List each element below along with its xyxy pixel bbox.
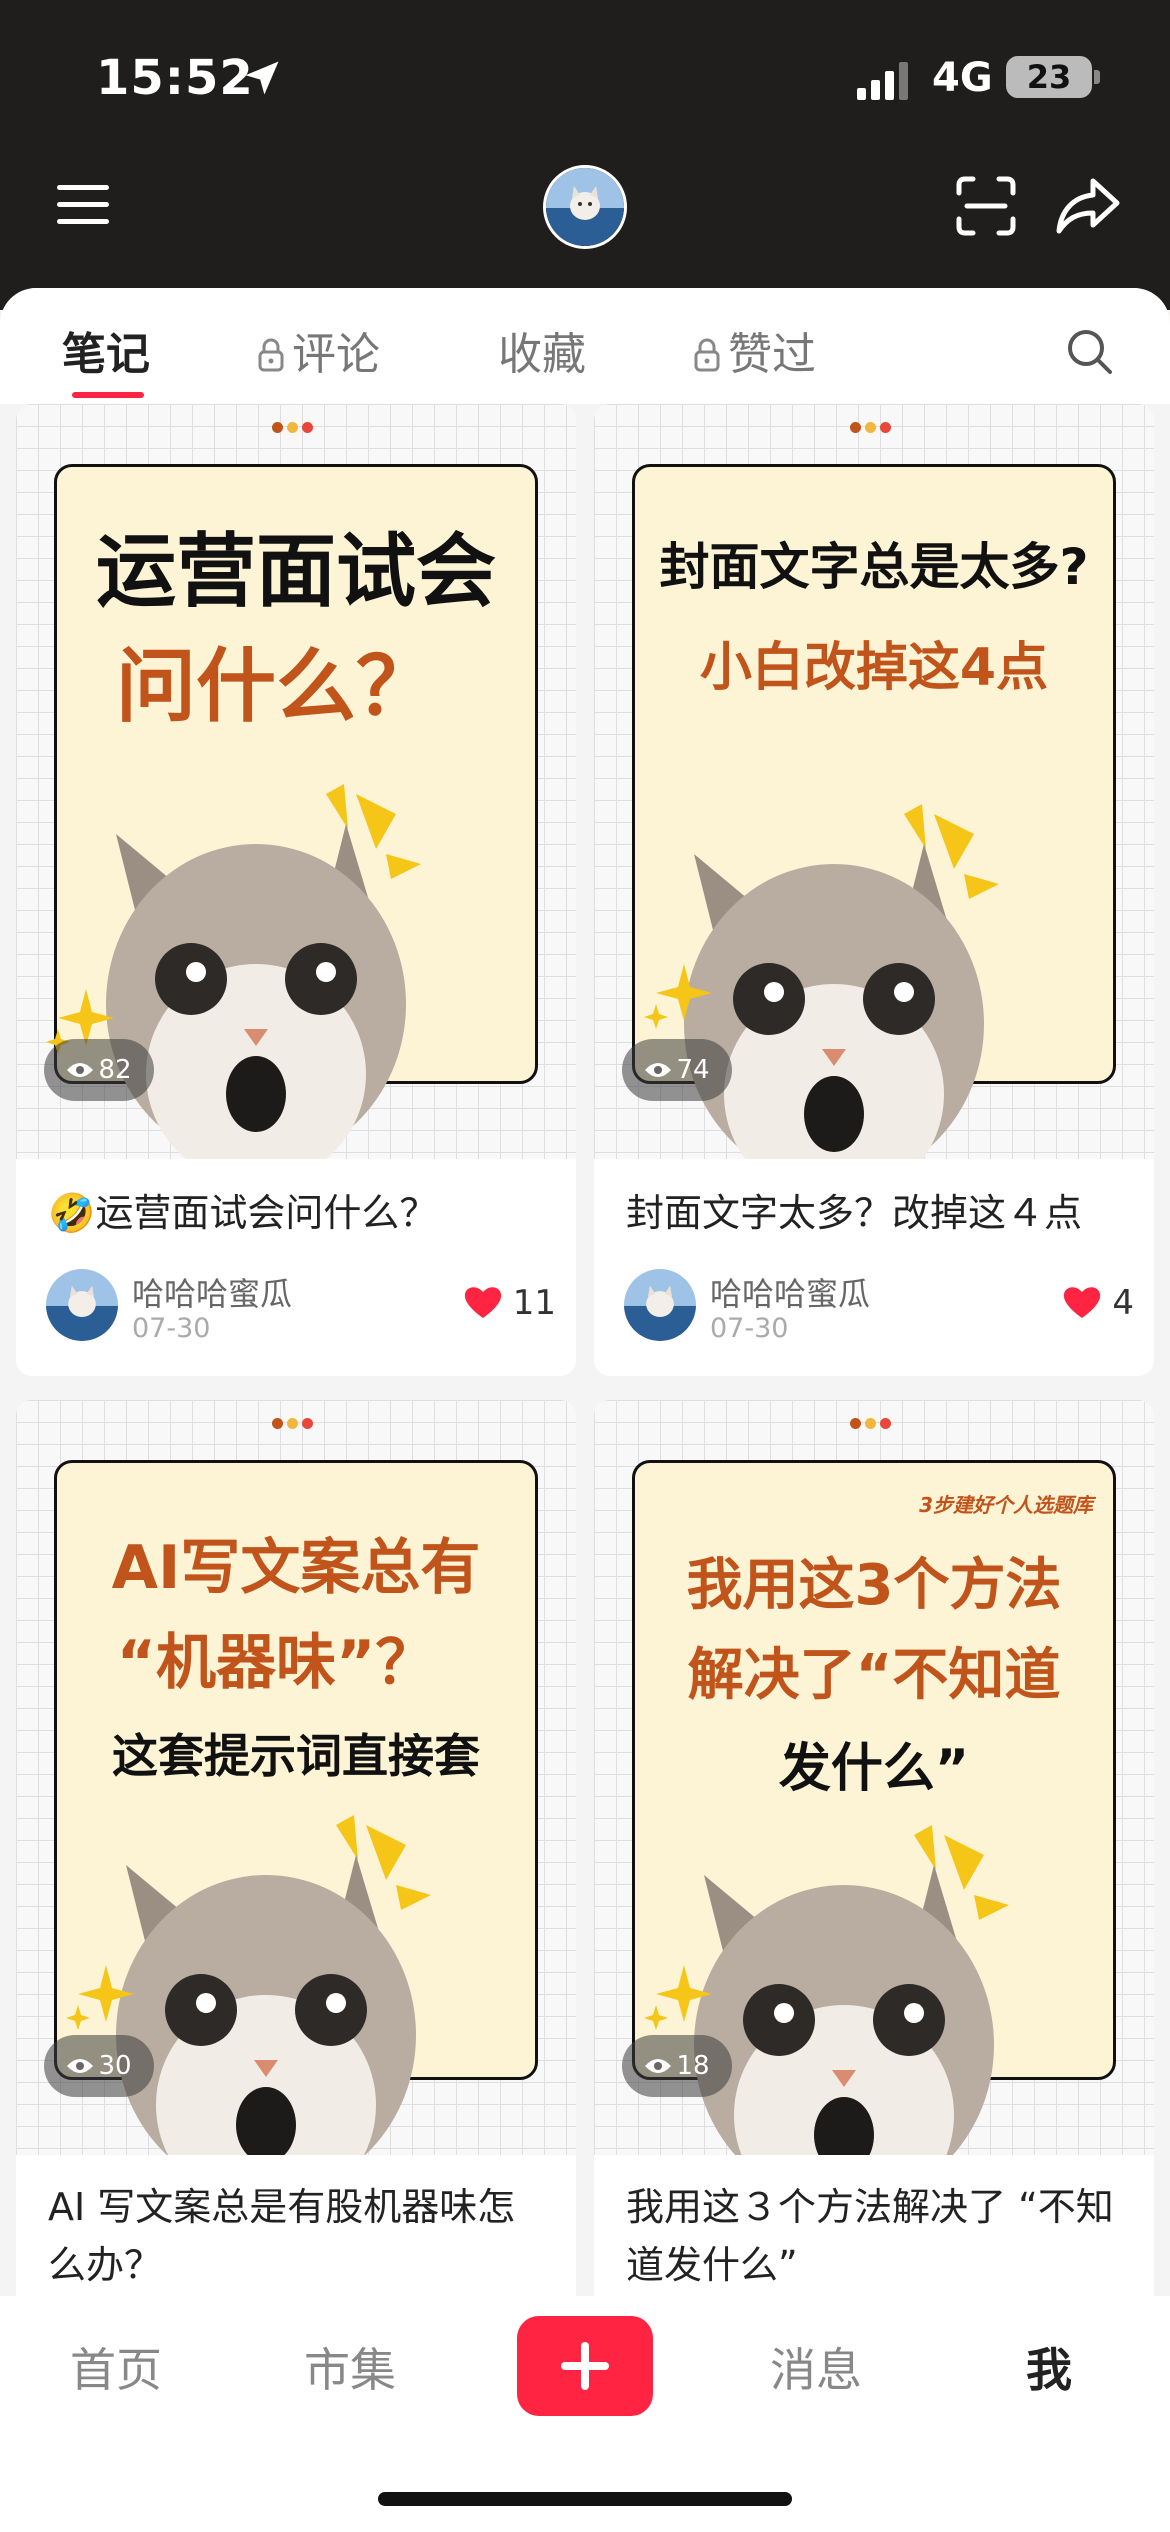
avatar-cat-image [624,1269,696,1341]
eye-icon [67,2059,94,2073]
top-bar: 15:52 4G 23 [0,0,1170,310]
post-date: 07-30 [132,1313,211,1344]
surprised-cat-image [684,804,999,1159]
note-cover[interactable]: AI写文案总有 “机器味”？ 这套提示词直接套 30 [16,1400,576,2155]
nav-messages[interactable]: 消息 [770,2334,862,2400]
scan-icon[interactable] [955,175,1017,237]
poster-line-2: 问什么？ [116,640,436,733]
note-title[interactable]: 我用这３个方法解决了 “不知道发什么” [626,2178,1126,2294]
share-arrow-icon[interactable] [1055,175,1121,237]
poster-line-1: 运营面试会 [96,525,496,618]
view-count: 74 [676,1055,710,1085]
hamburger-menu-icon[interactable] [55,182,111,228]
tab-liked[interactable]: 赞过 [694,318,816,382]
network-type: 4G [932,55,993,101]
view-count-badge: 74 [622,1039,732,1101]
note-author-row: 哈哈哈蜜瓜 07-30 11 [46,1269,556,1349]
poster-line-2: 小白改掉这4点 [699,638,1049,698]
lock-icon [258,338,284,372]
poster-line-1: 封面文字总是太多? [659,538,1089,596]
sparkle-icon [644,1965,712,2030]
poster-line-1: AI写文案总有 [111,1533,481,1603]
status-time: 15:52 [96,50,254,106]
tab-comments[interactable]: 评论 [258,318,380,382]
profile-avatar[interactable] [543,165,627,249]
surprised-cat-image [106,784,421,1159]
eye-icon [67,1063,94,1077]
decor-dots [850,418,898,433]
lock-icon [694,338,720,372]
view-count-badge: 82 [44,1039,154,1101]
search-icon[interactable] [1064,326,1114,376]
note-author-row: 哈哈哈蜜瓜 07-30 4 [624,1269,1134,1349]
publish-button[interactable] [517,2316,653,2416]
note-cover[interactable]: 封面文字总是太多? 小白改掉这4点 74 [594,404,1154,1159]
tab-comments-label: 评论 [292,329,380,380]
author-avatar[interactable] [46,1269,118,1341]
plus-icon [561,2342,609,2390]
cellular-signal-icon [857,62,908,100]
poster-line-1: 我用这3个方法 [686,1553,1062,1618]
decor-dots [272,418,320,433]
heart-icon [464,1287,501,1318]
sparkle-icon [644,964,712,1029]
view-count: 30 [98,2051,132,2081]
note-title[interactable]: 封面文字太多？改掉这４点 [626,1184,1126,1242]
avatar-cat-image [46,1269,118,1341]
poster-line-2: “机器味”？ [116,1628,436,1698]
poster-tag: 3步建好个人选题库 [919,1493,1093,1517]
note-cover[interactable]: 运营面试会 问什么？ 82 [16,404,576,1159]
author-name[interactable]: 哈哈哈蜜瓜 [710,1269,870,1315]
status-bar: 15:52 4G 23 [0,0,1170,150]
tab-notes[interactable]: 笔记 [62,318,150,382]
eye-icon [645,2059,672,2073]
like-button[interactable]: 11 [463,1283,556,1323]
surprised-cat-image [116,1815,431,2155]
poster-line-3: 这套提示词直接套 [112,1729,480,1783]
nav-home[interactable]: 首页 [70,2334,162,2400]
decor-dots [850,1414,898,1429]
tab-liked-label: 赞过 [728,329,816,380]
nav-market[interactable]: 市集 [304,2334,396,2400]
profile-content-sheet: 笔记 评论 收藏 赞过 运营面试会 问什么？ 82 🤣运营面试会问什么？ 哈哈哈… [0,288,1170,2532]
sparkle-icon [66,1965,134,2030]
decor-dots [272,1414,320,1429]
note-title[interactable]: 🤣运营面试会问什么？ [48,1184,548,1242]
like-count: 11 [512,1283,556,1323]
poster-line-2: 解决了“不知道 [687,1643,1061,1708]
note-title[interactable]: AI 写文案总是有股机器味怎么办？ [48,2178,548,2294]
note-card[interactable]: 运营面试会 问什么？ 82 🤣运营面试会问什么？ 哈哈哈蜜瓜 07-30 11 [16,404,576,1376]
eye-icon [645,1063,672,1077]
location-arrow-icon [245,61,279,95]
author-name[interactable]: 哈哈哈蜜瓜 [132,1269,292,1315]
view-count: 18 [676,2051,710,2081]
heart-icon [1064,1287,1101,1318]
view-count-badge: 30 [44,2035,154,2097]
bottom-navigation: 首页 市集 消息 我 [0,2296,1170,2532]
note-cover[interactable]: 3步建好个人选题库 我用这3个方法 解决了“不知道 发什么” 18 [594,1400,1154,2155]
author-avatar[interactable] [624,1269,696,1341]
avatar-cat-image [546,168,624,246]
battery-cap [1094,70,1100,84]
tab-collections[interactable]: 收藏 [498,318,586,382]
home-indicator [378,2492,792,2506]
post-date: 07-30 [710,1313,789,1344]
surprised-cat-image [694,1825,1009,2155]
poster-line-3: 发什么” [778,1739,970,1799]
note-card[interactable]: 封面文字总是太多? 小白改掉这4点 74 封面文字太多？改掉这４点 哈哈哈蜜瓜 … [594,404,1154,1376]
like-button[interactable]: 4 [1062,1283,1134,1323]
battery-indicator: 23 [1006,56,1092,98]
active-tab-indicator [72,392,144,398]
view-count-badge: 18 [622,2035,732,2097]
view-count: 82 [98,1055,132,1085]
like-count: 4 [1112,1283,1134,1323]
nav-me[interactable]: 我 [1026,2334,1072,2400]
profile-tabs: 笔记 评论 收藏 赞过 [0,288,1170,404]
